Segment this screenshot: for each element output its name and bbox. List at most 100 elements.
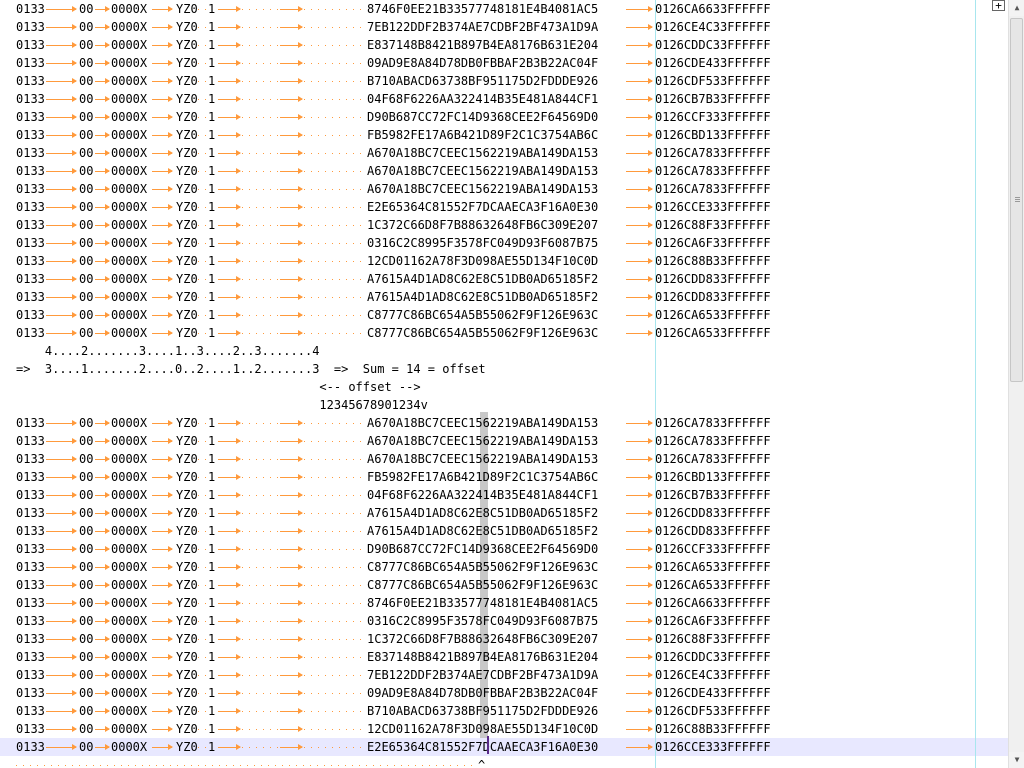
data-row[interactable]: 0133 00 0000X YZ0 1 A670A18BC7CEEC1562219ABA1… xyxy=(0,144,1008,162)
data-row[interactable]: 0133 00 0000X YZ0 1 C8777C86BC654A5B55062F9F1… xyxy=(0,306,1008,324)
tab-arrow-icon xyxy=(218,276,241,282)
field-flag: 1 xyxy=(208,326,216,340)
tab-arrow-icon xyxy=(626,654,653,660)
field-flag: 1 xyxy=(208,686,216,700)
tab-arrow-icon xyxy=(626,618,653,624)
data-row[interactable]: 0133 00 0000X YZ0 1 A670A18BC7CEEC1562219ABA1… xyxy=(0,450,1008,468)
field-seg: 00 xyxy=(79,290,94,304)
tab-arrow-icon xyxy=(218,240,241,246)
data-row[interactable]: 0133 00 0000X YZ0 1 B710ABACD63738BF951175D2F… xyxy=(0,72,1008,90)
hash-value: 8746F0EE21B33577748181E4B4081AC5 xyxy=(367,596,599,610)
field-zone: YZ0 xyxy=(176,434,198,448)
data-row[interactable]: 0133 00 0000X YZ0 1 C8777C86BC654A5B55062F9F1… xyxy=(0,324,1008,342)
data-row[interactable]: 0133 00 0000X YZ0 1 12CD01162A78F3D098AE55D13… xyxy=(0,720,1008,738)
tab-arrow-icon xyxy=(95,312,110,318)
tab-arrow-icon xyxy=(46,708,77,714)
hash-value: B710ABACD63738BF951175D2FDDDE926 xyxy=(367,704,599,718)
tab-arrow-icon xyxy=(626,312,653,318)
data-row[interactable]: 0133 00 0000X YZ0 1 A7615A4D1AD8C62E8C51DB0AD… xyxy=(0,504,1008,522)
data-row[interactable]: 0133 00 0000X YZ0 1 04F68F6226AA322414B35E481… xyxy=(0,486,1008,504)
data-row[interactable]: 0133 00 0000X YZ0 1 A670A18BC7CEEC1562219ABA1… xyxy=(0,432,1008,450)
space-dots xyxy=(304,135,362,136)
data-row[interactable]: 0133 00 0000X YZ0 1 0316C2C8995F3578FC049D93F… xyxy=(0,234,1008,252)
tab-arrow-icon xyxy=(218,78,241,84)
data-row[interactable]: 0133 00 0000X YZ0 1 E2E65364C81552F7DCAAECA3F… xyxy=(0,738,1008,756)
data-row[interactable]: 0133 00 0000X YZ0 1 A7615A4D1AD8C62E8C51DB0AD… xyxy=(0,288,1008,306)
expand-button[interactable]: + xyxy=(992,0,1005,11)
data-row[interactable]: 0133 00 0000X YZ0 1 B710ABACD63738BF951175D2F… xyxy=(0,702,1008,720)
tab-arrow-icon xyxy=(218,474,241,480)
tab-arrow-icon xyxy=(218,492,241,498)
data-row[interactable]: 0133 00 0000X YZ0 1 A7615A4D1AD8C62E8C51DB0AD… xyxy=(0,522,1008,540)
field-flag: 1 xyxy=(208,722,216,736)
color-code: 0126CB7B33FFFFFF xyxy=(655,488,771,502)
data-row[interactable]: 0133 00 0000X YZ0 1 FB5982FE17A6B421D89F2C1C3… xyxy=(0,468,1008,486)
color-code: 0126C88B33FFFFFF xyxy=(655,254,771,268)
hash-value: D90B687CC72FC14D9368CEE2F64569D0 xyxy=(367,110,599,124)
field-flag: 1 xyxy=(208,524,216,538)
space-dots xyxy=(304,459,362,460)
space-dots xyxy=(304,531,362,532)
scroll-down-icon[interactable]: ▼ xyxy=(1009,752,1024,768)
data-row[interactable]: 0133 00 0000X YZ0 1 1C372C66D8F7B88632648FB6C… xyxy=(0,630,1008,648)
data-row[interactable]: 0133 00 0000X YZ0 1 E837148B8421B897B4EA8176B… xyxy=(0,36,1008,54)
data-row[interactable]: 0133 00 0000X YZ0 1 09AD9E8A84D78DB0FBBAF2B3B… xyxy=(0,54,1008,72)
tab-arrow-icon xyxy=(95,636,110,642)
tab-arrow-icon xyxy=(152,528,173,534)
vertical-scrollbar[interactable]: ▲ ▼ xyxy=(1008,0,1024,768)
data-row[interactable]: 0133 00 0000X YZ0 1 8746F0EE21B33577748181E4B… xyxy=(0,594,1008,612)
field-id: 0133 xyxy=(16,20,45,34)
field-id: 0133 xyxy=(16,650,45,664)
tab-arrow-icon xyxy=(46,510,77,516)
tab-arrow-icon xyxy=(218,582,241,588)
data-row[interactable]: 0133 00 0000X YZ0 1 1C372C66D8F7B88632648FB6C… xyxy=(0,216,1008,234)
data-row[interactable]: 0133 00 0000X YZ0 1 04F68F6226AA322414B35E481… xyxy=(0,90,1008,108)
text-editor[interactable]: 0133 00 0000X YZ0 1 8746F0EE21B33577748181E4B… xyxy=(0,0,1008,768)
scroll-up-icon[interactable]: ▲ xyxy=(1009,0,1024,16)
data-row[interactable]: 0133 00 0000X YZ0 1 0316C2C8995F3578FC049D93F… xyxy=(0,612,1008,630)
field-code: 0000X xyxy=(111,56,148,70)
data-row[interactable]: 0133 00 0000X YZ0 1 09AD9E8A84D78DB0FBBAF2B3B… xyxy=(0,684,1008,702)
space-dots xyxy=(304,243,362,244)
tab-arrow-icon xyxy=(46,528,77,534)
tab-arrow-icon xyxy=(218,672,241,678)
color-code: 0126CDE433FFFFFF xyxy=(655,56,771,70)
data-row[interactable]: 0133 00 0000X YZ0 1 C8777C86BC654A5B55062F9F1… xyxy=(0,558,1008,576)
data-row[interactable]: 0133 00 0000X YZ0 1 A670A18BC7CEEC1562219ABA1… xyxy=(0,162,1008,180)
tab-arrow-icon xyxy=(280,654,303,660)
space-dots xyxy=(198,81,206,82)
space-dots xyxy=(304,675,362,676)
data-row[interactable]: 0133 00 0000X YZ0 1 C8777C86BC654A5B55062F9F1… xyxy=(0,576,1008,594)
data-row[interactable]: 0133 00 0000X YZ0 1 E2E65364C81552F7DCAAECA3F… xyxy=(0,198,1008,216)
data-row[interactable]: 0133 00 0000X YZ0 1 FB5982FE17A6B421D89F2C1C3… xyxy=(0,126,1008,144)
tab-arrow-icon xyxy=(152,690,173,696)
data-row[interactable]: 0133 00 0000X YZ0 1 D90B687CC72FC14D9368CEE2F… xyxy=(0,108,1008,126)
field-flag: 1 xyxy=(208,38,216,52)
hash-value: 0316C2C8995F3578FC049D93F6087B75 xyxy=(367,236,599,250)
color-code: 0126CBD133FFFFFF xyxy=(655,128,771,142)
data-row[interactable]: 0133 00 0000X YZ0 1 7EB122DDF2B374AE7CDBF2BF4… xyxy=(0,666,1008,684)
space-dots xyxy=(242,639,278,640)
field-seg: 00 xyxy=(79,452,94,466)
data-row[interactable]: 0133 00 0000X YZ0 1 A670A18BC7CEEC1562219ABA1… xyxy=(0,414,1008,432)
data-row[interactable]: 0133 00 0000X YZ0 1 D90B687CC72FC14D9368CEE2F… xyxy=(0,540,1008,558)
data-row[interactable]: 0133 00 0000X YZ0 1 7EB122DDF2B374AE7CDBF2BF4… xyxy=(0,18,1008,36)
space-dots xyxy=(304,657,362,658)
tab-arrow-icon xyxy=(218,744,241,750)
data-row[interactable]: 0133 00 0000X YZ0 1 E837148B8421B897B4EA8176B… xyxy=(0,648,1008,666)
data-row[interactable]: 0133 00 0000X YZ0 1 A670A18BC7CEEC1562219ABA1… xyxy=(0,180,1008,198)
tab-arrow-icon xyxy=(218,654,241,660)
data-row[interactable]: 0133 00 0000X YZ0 1 12CD01162A78F3D098AE55D13… xyxy=(0,252,1008,270)
scrollbar-thumb[interactable] xyxy=(1010,18,1023,382)
tab-arrow-icon xyxy=(95,258,110,264)
space-dots xyxy=(242,333,278,334)
tab-arrow-icon xyxy=(218,294,241,300)
tab-arrow-icon xyxy=(280,150,303,156)
data-row[interactable]: 0133 00 0000X YZ0 1 A7615A4D1AD8C62E8C51DB0AD… xyxy=(0,270,1008,288)
data-row[interactable]: 0133 00 0000X YZ0 1 8746F0EE21B33577748181E4B… xyxy=(0,0,1008,18)
space-dots xyxy=(304,621,362,622)
field-flag: 1 xyxy=(208,290,216,304)
space-dots xyxy=(242,711,278,712)
tab-arrow-icon xyxy=(152,510,173,516)
space-dots xyxy=(304,585,362,586)
